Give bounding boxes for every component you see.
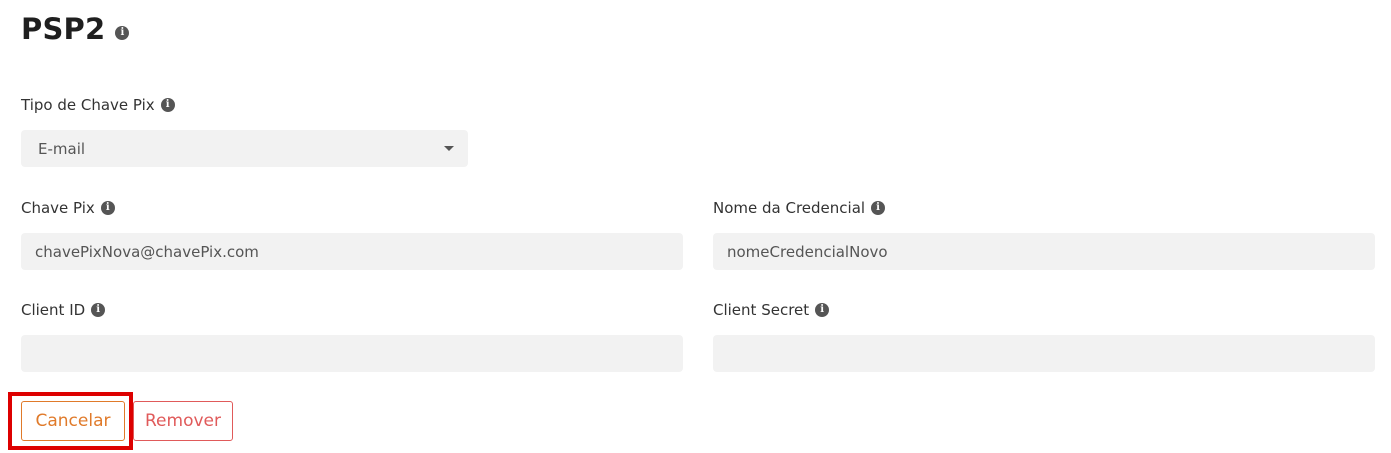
info-icon[interactable]: i [100, 201, 115, 215]
pix-key-type-selected-value: E-mail [38, 139, 86, 158]
client-secret-input[interactable] [727, 344, 1361, 363]
info-icon[interactable]: i [871, 201, 886, 215]
cancel-button[interactable]: Cancelar [21, 401, 125, 441]
pix-key-input[interactable] [35, 242, 669, 261]
page-title: PSP2 [21, 12, 106, 46]
info-icon[interactable]: i [115, 26, 130, 40]
info-icon[interactable]: i [815, 303, 830, 317]
client-id-label-group: Client ID i [21, 300, 106, 320]
page-header: PSP2 i [21, 10, 130, 48]
credential-name-input[interactable] [727, 242, 1361, 261]
info-icon[interactable]: i [160, 98, 175, 112]
client-id-input[interactable] [35, 344, 669, 363]
client-id-field[interactable] [21, 335, 683, 372]
client-secret-field[interactable] [713, 335, 1375, 372]
credential-name-field[interactable] [713, 233, 1375, 270]
client-secret-label: Client Secret [713, 301, 810, 319]
pix-key-field[interactable] [21, 233, 683, 270]
caret-down-icon [444, 146, 454, 151]
info-icon[interactable]: i [91, 303, 106, 317]
credential-name-label-group: Nome da Credencial i [713, 198, 886, 218]
pix-key-label-group: Chave Pix i [21, 198, 115, 218]
pix-key-label: Chave Pix [21, 199, 95, 217]
pix-key-type-label: Tipo de Chave Pix [21, 96, 155, 114]
credential-name-label: Nome da Credencial [713, 199, 866, 217]
client-secret-label-group: Client Secret i [713, 300, 830, 320]
client-id-label: Client ID [21, 301, 86, 319]
pix-key-type-select[interactable]: E-mail [21, 130, 468, 167]
psp-credential-form: PSP2 i Tipo de Chave Pix i E-mail Chave … [0, 0, 1391, 453]
remove-button[interactable]: Remover [133, 401, 233, 441]
pix-key-type-label-group: Tipo de Chave Pix i [21, 95, 175, 115]
